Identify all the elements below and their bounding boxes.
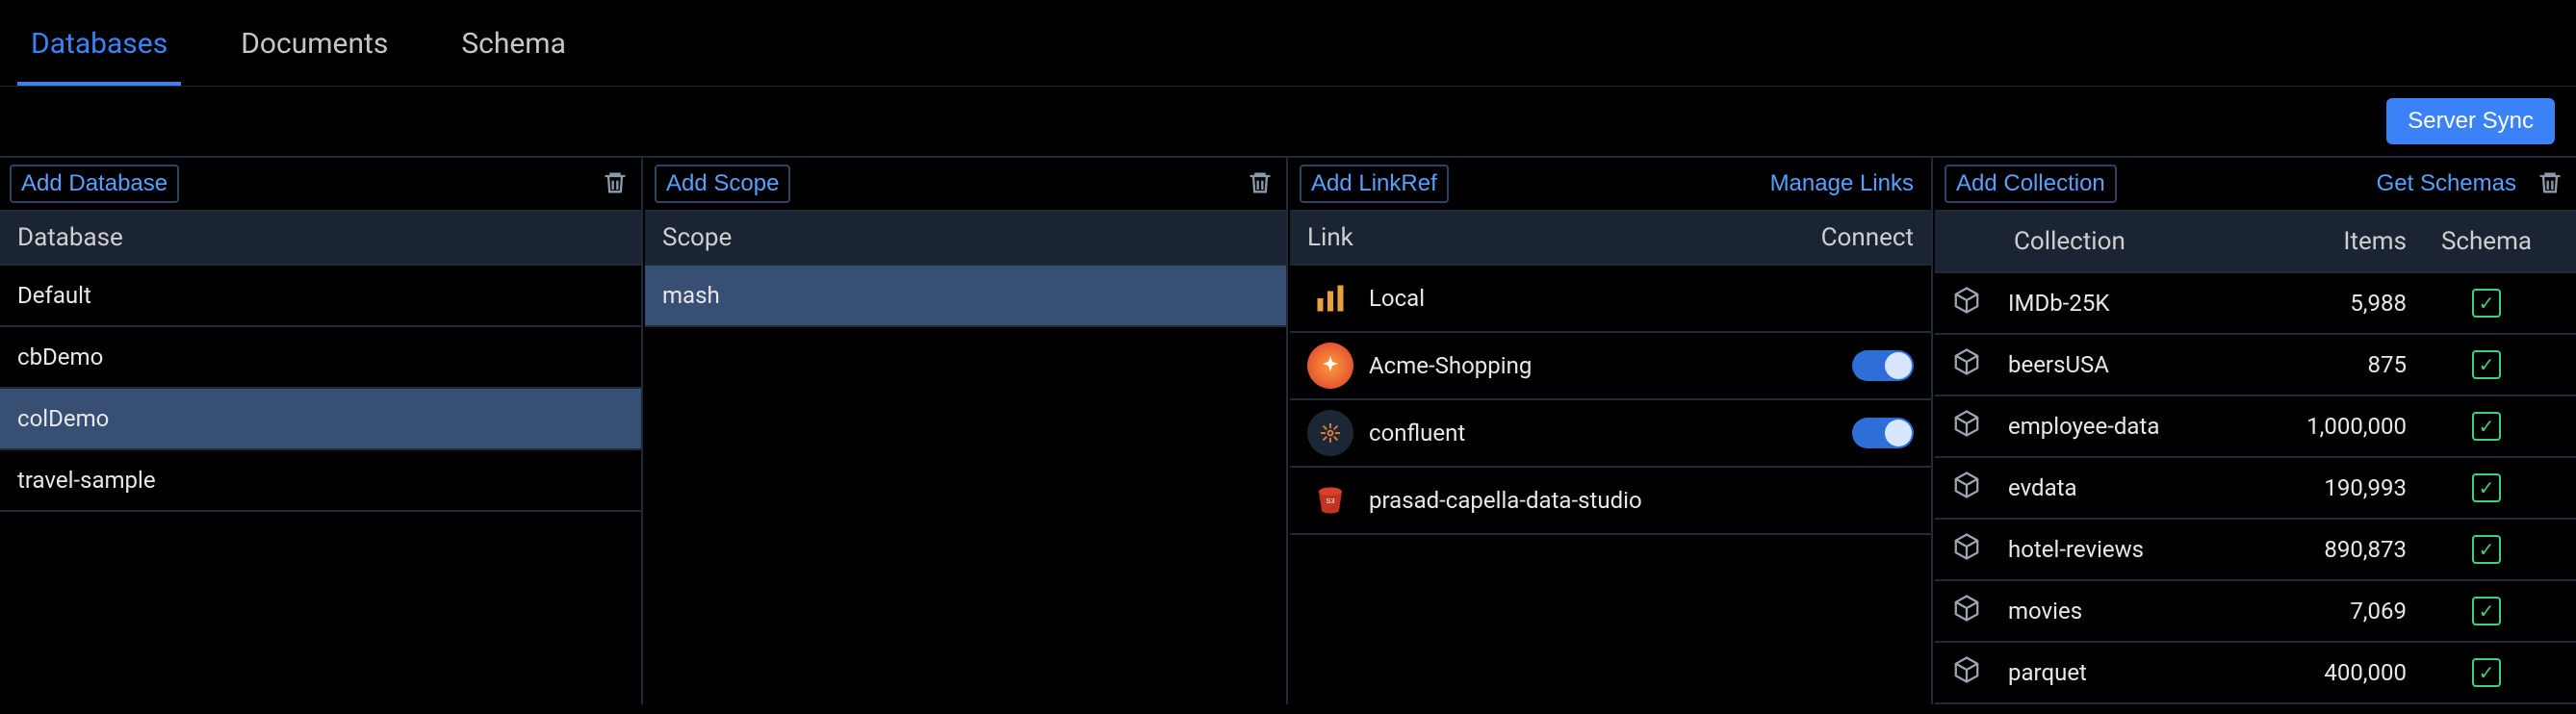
collection-name: IMDb-25K bbox=[2008, 290, 2226, 317]
collection-header-label: Collection bbox=[2008, 227, 2226, 256]
items-header-label: Items bbox=[2233, 227, 2407, 256]
get-schemas-button[interactable]: Get Schemas bbox=[2369, 166, 2524, 201]
link-panel-actions: Add LinkRef Manage Links bbox=[1290, 158, 1931, 212]
collection-items: 890,873 bbox=[2233, 536, 2407, 563]
collection-row[interactable]: parquet 400,000 ✓ bbox=[1935, 643, 2576, 704]
trash-icon bbox=[2537, 169, 2563, 199]
link-panel: Add LinkRef Manage Links Link Connect Lo… bbox=[1290, 158, 1933, 704]
confluent-icon bbox=[1307, 410, 1353, 456]
database-name: colDemo bbox=[17, 405, 109, 432]
database-panel-actions: Add Database bbox=[0, 158, 641, 212]
scope-header: Scope bbox=[645, 212, 1286, 266]
collection-row[interactable]: beersUSA 875 ✓ bbox=[1935, 335, 2576, 396]
collection-cube-icon bbox=[1952, 532, 2000, 567]
collection-row[interactable]: evdata 190,993 ✓ bbox=[1935, 458, 2576, 520]
tab-databases[interactable]: Databases bbox=[17, 17, 181, 86]
collection-items: 190,993 bbox=[2233, 474, 2407, 501]
schema-check-icon: ✓ bbox=[2472, 412, 2501, 441]
collection-cube-icon bbox=[1952, 594, 2000, 628]
tab-schema[interactable]: Schema bbox=[448, 17, 580, 86]
add-database-button[interactable]: Add Database bbox=[10, 165, 179, 203]
collection-items: 5,988 bbox=[2233, 290, 2407, 317]
scope-panel-actions: Add Scope bbox=[645, 158, 1286, 212]
schema-header-label: Schema bbox=[2414, 227, 2559, 256]
schema-check-icon: ✓ bbox=[2472, 658, 2501, 687]
collection-items: 7,069 bbox=[2233, 598, 2407, 625]
collection-panel: Add Collection Get Schemas Collection It… bbox=[1935, 158, 2576, 704]
local-chart-icon bbox=[1307, 275, 1353, 321]
collection-row[interactable]: IMDb-25K 5,988 ✓ bbox=[1935, 273, 2576, 335]
collection-cube-icon bbox=[1952, 409, 2000, 444]
delete-database-button[interactable] bbox=[599, 167, 631, 200]
collection-cube-icon bbox=[1952, 286, 2000, 320]
delete-scope-button[interactable] bbox=[1244, 167, 1276, 200]
database-name: cbDemo bbox=[17, 344, 103, 370]
link-name: Acme-Shopping bbox=[1369, 352, 1837, 379]
link-row[interactable]: confluent bbox=[1290, 400, 1931, 468]
tab-documents[interactable]: Documents bbox=[227, 17, 401, 86]
svg-text:S3: S3 bbox=[1326, 497, 1334, 505]
collection-name: beersUSA bbox=[2008, 351, 2226, 378]
collection-cube-icon bbox=[1952, 347, 2000, 382]
database-row[interactable]: colDemo bbox=[0, 389, 641, 450]
schema-check-icon: ✓ bbox=[2472, 473, 2501, 502]
collection-items: 1,000,000 bbox=[2233, 413, 2407, 440]
collection-cube-icon bbox=[1952, 471, 2000, 505]
link-name: confluent bbox=[1369, 420, 1837, 446]
add-scope-button[interactable]: Add Scope bbox=[655, 165, 790, 203]
trash-icon bbox=[602, 169, 629, 199]
collection-name: hotel-reviews bbox=[2008, 536, 2226, 563]
connect-toggle[interactable] bbox=[1852, 350, 1914, 381]
top-tabs: Databases Documents Schema bbox=[0, 0, 2576, 87]
manage-links-button[interactable]: Manage Links bbox=[1763, 166, 1921, 201]
scope-name: mash bbox=[662, 282, 720, 309]
link-row[interactable]: Local bbox=[1290, 266, 1931, 333]
scope-panel: Add Scope Scope mash bbox=[645, 158, 1288, 704]
delete-collection-button[interactable] bbox=[2534, 167, 2566, 200]
scope-header-label: Scope bbox=[662, 223, 732, 252]
link-name: Local bbox=[1369, 285, 1914, 312]
database-header: Database bbox=[0, 212, 641, 266]
sync-row: Server Sync bbox=[0, 87, 2576, 156]
collection-name: employee-data bbox=[2008, 413, 2226, 440]
trash-icon bbox=[1247, 169, 1274, 199]
link-row[interactable]: S3 prasad-capella-data-studio bbox=[1290, 468, 1931, 535]
schema-check-icon: ✓ bbox=[2472, 350, 2501, 379]
link-header: Link Connect bbox=[1290, 212, 1931, 266]
collection-name: parquet bbox=[2008, 659, 2226, 686]
collection-name: movies bbox=[2008, 598, 2226, 625]
database-name: travel-sample bbox=[17, 467, 156, 494]
database-row[interactable]: Default bbox=[0, 266, 641, 327]
database-row[interactable]: cbDemo bbox=[0, 327, 641, 389]
server-sync-button[interactable]: Server Sync bbox=[2386, 98, 2555, 144]
database-panel: Add Database Database Default cbDemo colDe… bbox=[0, 158, 643, 704]
schema-check-icon: ✓ bbox=[2472, 535, 2501, 564]
connect-toggle[interactable] bbox=[1852, 418, 1914, 448]
add-linkref-button[interactable]: Add LinkRef bbox=[1300, 165, 1449, 203]
link-name: prasad-capella-data-studio bbox=[1369, 487, 1914, 514]
link-row[interactable]: Acme-Shopping bbox=[1290, 333, 1931, 400]
database-header-label: Database bbox=[17, 223, 123, 252]
schema-check-icon: ✓ bbox=[2472, 289, 2501, 318]
add-collection-button[interactable]: Add Collection bbox=[1945, 165, 2117, 203]
link-header-label: Link bbox=[1307, 223, 1821, 252]
collection-row[interactable]: hotel-reviews 890,873 ✓ bbox=[1935, 520, 2576, 581]
collection-row[interactable]: employee-data 1,000,000 ✓ bbox=[1935, 396, 2576, 458]
collection-name: evdata bbox=[2008, 474, 2226, 501]
scope-row[interactable]: mash bbox=[645, 266, 1286, 327]
collection-items: 400,000 bbox=[2233, 659, 2407, 686]
collection-panel-actions: Add Collection Get Schemas bbox=[1935, 158, 2576, 212]
collection-header: Collection Items Schema bbox=[1935, 212, 2576, 273]
collection-cube-icon bbox=[1952, 655, 2000, 690]
schema-check-icon: ✓ bbox=[2472, 597, 2501, 625]
collection-row[interactable]: movies 7,069 ✓ bbox=[1935, 581, 2576, 643]
panels-grid: Add Database Database Default cbDemo colDe… bbox=[0, 156, 2576, 704]
database-name: Default bbox=[17, 282, 91, 309]
acme-spark-icon bbox=[1307, 343, 1353, 389]
connect-header-label: Connect bbox=[1821, 223, 1914, 252]
database-row[interactable]: travel-sample bbox=[0, 450, 641, 512]
s3-bucket-icon: S3 bbox=[1307, 477, 1353, 523]
collection-items: 875 bbox=[2233, 351, 2407, 378]
